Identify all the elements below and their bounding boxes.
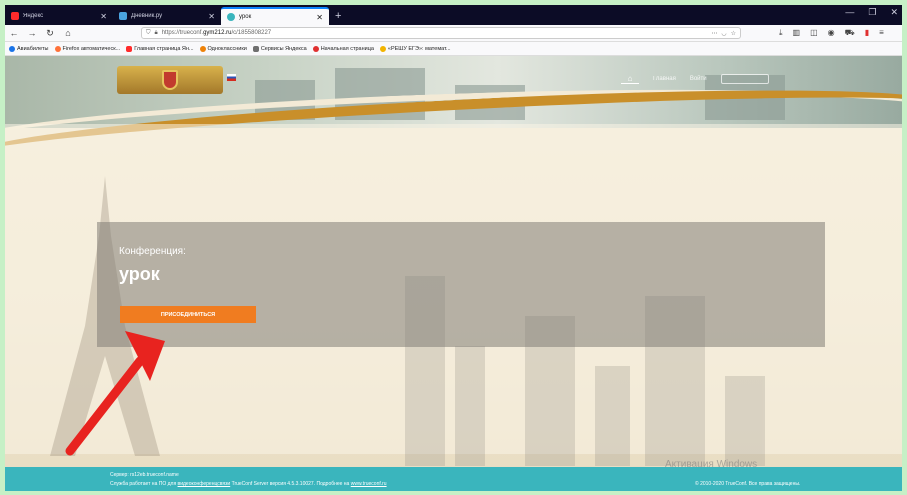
login-button[interactable] [720, 74, 769, 84]
shield-icon [162, 70, 178, 90]
bookmark-label: Одноклассники [207, 45, 247, 52]
new-tab-button[interactable]: + [335, 10, 341, 22]
conference-label: Конференция: [119, 246, 186, 257]
bookmark-label: Авиабилеты [17, 45, 49, 52]
nav-item-main[interactable]: Главная [653, 76, 676, 82]
bookmark-item[interactable]: «РЕШУ ЕГЭ»: математ... [379, 45, 451, 52]
bookmark-favicon-icon [9, 45, 15, 52]
nav-item-login[interactable]: Войти [690, 76, 707, 82]
tab-label: Дневник.ру [131, 13, 163, 19]
conference-card: Конференция: урок ПРИСОЕДИНИТЬСЯ [97, 222, 825, 347]
minimize-icon[interactable]: — [845, 7, 854, 18]
tab-label: Яндекс [23, 13, 44, 19]
conference-title: урок [119, 264, 160, 284]
extension-icon[interactable]: ◉ [828, 28, 835, 38]
about-prefix: Служба работает на ПО для [110, 481, 178, 487]
server-info: Сервер: rs12eb.trueconf.name [110, 472, 179, 478]
bookmark-label: Firefox автоматическ... [62, 45, 121, 52]
bookmark-favicon-icon [126, 45, 133, 52]
tab-yandex[interactable]: Яндекс ✕ [5, 7, 113, 25]
bookmark-star-icon[interactable]: ☆ [731, 30, 736, 37]
bookmarks-bar: Авиабилеты Firefox автоматическ... Главн… [5, 42, 902, 56]
trueconf-favicon-icon [227, 13, 235, 21]
url-text[interactable]: https://trueconf.gym212.ru/c/1855808227 [162, 30, 708, 36]
back-icon[interactable]: ← [9, 28, 19, 38]
navigation-bar: ← → ↻ ⌂ ⛉ 🔒︎ https://trueconf.gym212.ru/… [5, 25, 902, 42]
web-page: ⌂ Главная Войти Конференция: урок ПРИСОЕ… [5, 56, 902, 491]
downloads-icon[interactable]: ⤓ [779, 28, 783, 38]
bookmark-item[interactable]: Авиабилеты [9, 45, 49, 52]
bookmark-label: «РЕШУ ЕГЭ»: математ... [387, 45, 451, 52]
url-path: /c/1855808227 [231, 30, 272, 36]
url-prefix: https://trueconf. [161, 30, 204, 36]
home-icon[interactable]: ⌂ [621, 74, 639, 84]
close-icon[interactable]: ✕ [208, 12, 215, 21]
bookmark-favicon-icon [312, 45, 319, 52]
bookmark-favicon-icon [199, 45, 206, 52]
flag-extension-icon[interactable]: ▮ [865, 28, 869, 38]
shield-icon[interactable]: ⛉ [146, 30, 151, 37]
russian-flag-icon[interactable] [227, 74, 236, 81]
bookmark-item[interactable]: Одноклассники [199, 45, 247, 52]
maximize-icon[interactable]: ❐ [868, 7, 876, 18]
cart-icon[interactable]: ⛟ [845, 28, 855, 38]
bookmark-favicon-icon [379, 45, 386, 52]
library-icon[interactable]: ▥ [793, 28, 801, 38]
about-mid: TrueConf Server версия 4.5.3.10027. Подр… [230, 481, 351, 487]
reload-icon[interactable]: ↻ [45, 28, 55, 39]
tab-label: урок [239, 14, 252, 20]
join-button[interactable]: ПРИСОЕДИНИТЬСЯ [120, 306, 256, 323]
browser-window: Яндекс ✕ Дневник.ру ✕ урок ✕ + — ❐ ✕ ← →… [5, 5, 902, 491]
home-icon[interactable]: ⌂ [63, 28, 73, 38]
trueconf-site-link[interactable]: www.trueconf.ru [351, 481, 387, 487]
bookmark-item[interactable]: Firefox автоматическ... [54, 45, 121, 52]
bookmark-label: Главная страница Ян... [134, 45, 194, 52]
window-controls: — ❐ ✕ [845, 7, 898, 18]
close-icon[interactable]: ✕ [316, 13, 323, 22]
url-domain: gym212.ru [203, 30, 232, 36]
lock-icon[interactable]: 🔒︎ [155, 30, 158, 37]
bookmark-item[interactable]: Начальная страница [312, 45, 374, 52]
close-window-icon[interactable]: ✕ [890, 7, 898, 18]
videoconf-link[interactable]: видеоконференцсвязи [178, 481, 231, 487]
page-footer: Сервер: rs12eb.trueconf.name Служба рабо… [5, 467, 902, 491]
about-text: Служба работает на ПО для видеоконференц… [110, 481, 387, 487]
pocket-icon[interactable]: ◡ [721, 30, 726, 37]
toolbar-icons: ⤓ ▥ ◫ ◉ ⛟ ▮ ≡ [779, 28, 884, 38]
menu-icon[interactable]: ≡ [879, 28, 884, 38]
tab-dnevnik[interactable]: Дневник.ру ✕ [113, 7, 221, 25]
tab-bar: Яндекс ✕ Дневник.ру ✕ урок ✕ + — ❐ ✕ [5, 5, 902, 25]
bookmark-label: Начальная страница [320, 45, 374, 52]
dnevnik-favicon-icon [119, 12, 127, 20]
site-nav: ⌂ Главная Войти [621, 74, 769, 84]
folder-icon [252, 45, 259, 52]
page-actions-icon[interactable]: ⋯ [711, 30, 717, 37]
bookmark-label: Сервисы Яндекса [260, 45, 307, 52]
tab-urok[interactable]: урок ✕ [221, 7, 329, 25]
forward-icon[interactable]: → [27, 28, 37, 38]
bookmark-favicon-icon [54, 45, 61, 52]
bookmark-item[interactable]: Сервисы Яндекса [252, 45, 307, 52]
red-arrow-annotation [65, 331, 165, 456]
sidebar-icon[interactable]: ◫ [810, 28, 818, 38]
close-icon[interactable]: ✕ [100, 12, 107, 21]
bookmark-item[interactable]: Главная страница Ян... [126, 45, 194, 52]
copyright: © 2010-2020 TrueConf. Все права защищены… [695, 481, 801, 487]
address-bar[interactable]: ⛉ 🔒︎ https://trueconf.gym212.ru/c/185580… [141, 27, 741, 39]
coat-of-arms-logo[interactable] [117, 66, 223, 94]
yandex-favicon-icon [11, 12, 19, 20]
